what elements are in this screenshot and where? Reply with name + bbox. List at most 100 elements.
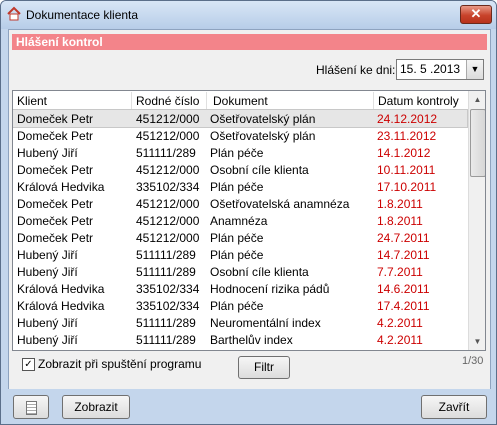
scroll-up-icon[interactable]: ▲	[469, 91, 485, 108]
check-date-cell: 14.1.2012	[377, 146, 431, 160]
check-date-cell: 17.4.2011	[377, 299, 430, 313]
client-cell: Králová Hedvika	[17, 299, 105, 313]
document-cell: Anamnéza	[210, 214, 268, 228]
dialog-content: Hlášení kontrol Hlášení ke dni: 15. 5 .2…	[8, 29, 491, 390]
column-header-birth-number[interactable]: Rodné číslo	[136, 94, 199, 108]
birth-number-cell: 335102/334	[136, 282, 200, 296]
table-row[interactable]: Domeček Petr 451212/000 Ošetřovatelská ana…	[13, 195, 467, 212]
client-cell: Hubený Jiří	[17, 248, 78, 262]
table-row[interactable]: Domeček Petr 451212/000 Osobní cíle klient…	[13, 161, 467, 178]
document-cell: Ošetřovatelská anamnéza	[210, 197, 350, 211]
birth-number-cell: 451212/000	[136, 129, 200, 143]
check-date-cell: 23.11.2012	[377, 129, 437, 143]
birth-number-cell: 335102/334	[136, 180, 200, 194]
document-cell: Ošetřovatelský plán	[210, 129, 316, 143]
birth-number-cell: 451212/000	[136, 163, 200, 177]
birth-number-cell: 511111/289	[136, 146, 196, 160]
birth-number-cell: 451212/000	[136, 231, 200, 245]
section-title: Hlášení kontrol	[16, 35, 103, 49]
check-date-cell: 7.7.2011	[377, 265, 423, 279]
check-date-cell: 14.6.2011	[377, 282, 430, 296]
check-date-cell: 1.8.2011	[377, 214, 423, 228]
table-row[interactable]: Domeček Petr 451212/000 Ošetřovatelský plá…	[13, 127, 467, 144]
document-cell: Ošetřovatelský plán	[210, 112, 316, 126]
client-cell: Domeček Petr	[17, 231, 94, 245]
checkmark-icon: ✓	[24, 359, 33, 370]
birth-number-cell: 451212/000	[136, 112, 200, 126]
document-icon	[25, 400, 37, 415]
window-close-button[interactable]: ✕	[460, 5, 492, 24]
dialog-footer: Zobrazit Zavřít	[1, 389, 496, 424]
table-row[interactable]: Hubený Jiří 511111/289 Plán péče 14.1.2012	[13, 144, 467, 161]
table-row[interactable]: Domeček Petr 451212/000 Anamnéza 1.8.2011	[13, 212, 467, 229]
client-cell: Domeček Petr	[17, 129, 94, 143]
check-date-cell: 4.2.2011	[377, 333, 423, 347]
check-date-cell: 10.11.2011	[377, 163, 436, 177]
column-divider[interactable]	[373, 92, 374, 109]
table-row[interactable]: Králová Hedvika 335102/334 Hodnocení rizik…	[13, 280, 467, 297]
column-divider[interactable]	[131, 92, 132, 109]
check-date-cell: 17.10.2011	[377, 180, 437, 194]
chevron-down-icon[interactable]: ▼	[466, 60, 483, 79]
birth-number-cell: 451212/000	[136, 197, 200, 211]
show-on-start-checkbox[interactable]: ✓	[22, 358, 35, 371]
scroll-down-icon[interactable]: ▼	[469, 333, 485, 350]
client-cell: Králová Hedvika	[17, 180, 105, 194]
controls-table: Klient Rodné číslo Dokument Datum kontro…	[12, 90, 486, 351]
table-body: Domeček Petr 451212/000 Ošetřovatelský plá…	[13, 109, 468, 348]
client-cell: Králová Hedvika	[17, 282, 105, 296]
column-header-check-date[interactable]: Datum kontroly	[378, 94, 459, 108]
client-cell: Hubený Jiří	[17, 265, 78, 279]
window-title: Dokumentace klienta	[26, 8, 139, 22]
birth-number-cell: 511111/289	[136, 333, 196, 347]
report-date-picker[interactable]: 15. 5 .2013 ▼	[396, 59, 484, 80]
document-cell: Neuromentální index	[210, 316, 321, 330]
house-app-icon	[7, 6, 21, 21]
vertical-scrollbar[interactable]: ▲ ▼	[468, 91, 485, 350]
filter-button[interactable]: Filtr	[238, 356, 290, 379]
document-cell: Barthelův index	[210, 333, 293, 347]
column-header-client[interactable]: Klient	[17, 94, 47, 108]
check-date-cell: 4.2.2011	[377, 316, 423, 330]
table-row[interactable]: Domeček Petr 451212/000 Ošetřovatelský plá…	[13, 109, 468, 128]
table-row[interactable]: Králová Hedvika 335102/334 Plán péče 17.4.2…	[13, 297, 467, 314]
table-header: Klient Rodné číslo Dokument Datum kontro…	[13, 91, 467, 111]
check-date-cell: 24.7.2011	[377, 231, 430, 245]
scrollbar-thumb[interactable]	[470, 109, 485, 177]
check-date-cell: 14.7.2011	[377, 248, 430, 262]
client-cell: Domeček Petr	[17, 214, 94, 228]
document-cell: Plán péče	[210, 299, 264, 313]
record-counter: 1/30	[462, 355, 484, 367]
birth-number-cell: 335102/334	[136, 299, 200, 313]
document-cell: Osobní cíle klienta	[210, 163, 309, 177]
close-button[interactable]: Zavřít	[421, 395, 487, 419]
document-button[interactable]	[13, 395, 49, 419]
table-row[interactable]: Hubený Jiří 511111/289 Osobní cíle klienta…	[13, 263, 467, 280]
client-cell: Domeček Petr	[17, 112, 94, 126]
report-date-value: 15. 5 .2013	[400, 62, 461, 76]
table-row[interactable]: Hubený Jiří 511111/289 Plán péče 14.7.2011	[13, 246, 467, 263]
document-cell: Plán péče	[210, 248, 264, 262]
show-button[interactable]: Zobrazit	[62, 395, 130, 419]
document-cell: Osobní cíle klienta	[210, 265, 309, 279]
check-date-cell: 1.8.2011	[377, 197, 423, 211]
table-row[interactable]: Hubený Jiří 511111/289 Barthelův index 4.2.…	[13, 331, 467, 348]
show-on-start-label[interactable]: Zobrazit při spuštění programu	[38, 357, 201, 371]
column-divider[interactable]	[206, 92, 207, 109]
client-cell: Hubený Jiří	[17, 316, 78, 330]
title-bar[interactable]: Dokumentace klienta ✕	[1, 1, 496, 29]
section-header: Hlášení kontrol	[12, 34, 487, 50]
column-header-document[interactable]: Dokument	[213, 94, 268, 108]
table-row[interactable]: Domeček Petr 451212/000 Plán péče 24.7.2011	[13, 229, 467, 246]
client-cell: Domeček Petr	[17, 163, 94, 177]
client-cell: Hubený Jiří	[17, 333, 78, 347]
table-row[interactable]: Králová Hedvika 335102/334 Plán péče 17.10.…	[13, 178, 467, 195]
check-date-cell: 24.12.2012	[377, 112, 438, 126]
birth-number-cell: 511111/289	[136, 316, 196, 330]
document-cell: Plán péče	[210, 231, 264, 245]
table-row[interactable]: Hubený Jiří 511111/289 Neuromentální index…	[13, 314, 467, 331]
client-cell: Hubený Jiří	[17, 146, 78, 160]
document-cell: Plán péče	[210, 146, 264, 160]
dialog-window: Dokumentace klienta ✕ Hlášení kontrol Hl…	[0, 0, 497, 425]
birth-number-cell: 451212/000	[136, 214, 200, 228]
